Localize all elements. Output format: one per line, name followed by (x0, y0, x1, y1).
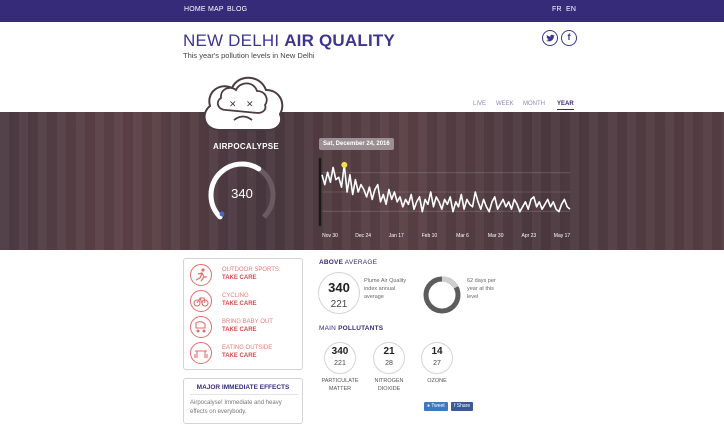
activity-status: TAKE CARE (222, 353, 257, 359)
lang-fr[interactable]: FR (552, 6, 562, 13)
activities-card: OUTDOOR SPORTS: TAKE CARE CYCLING TAKE C… (183, 258, 303, 370)
x-tick-label: Dec 24 (355, 233, 371, 239)
tab-week[interactable]: WEEK (496, 101, 514, 107)
average-label-light: AVERAGE (344, 259, 378, 266)
pollutant-average: 28 (385, 360, 393, 367)
pollutant-name-line1: NITROGEN (374, 378, 404, 384)
pollutant-name-ozone: OZONE (412, 377, 462, 385)
effects-divider (190, 394, 298, 395)
days-at-level-text: 62 days per year at this level (467, 278, 496, 300)
x-tick-label: Mar 30 (488, 233, 504, 239)
share-label: Share (456, 403, 471, 409)
twitter-icon: ● (427, 403, 431, 409)
selected-date-label: Sat, December 24, 2016 (319, 138, 394, 150)
pollutant-name-line1: PARTICULATE (321, 378, 359, 384)
activity-status: TAKE CARE (222, 301, 257, 307)
pollutant-name-line1: OZONE (427, 378, 447, 384)
aqi-line-chart[interactable]: Nov 30 Dec 24 Jan 17 Feb 10 Mar 6 Mar 30 Apr 2… (316, 154, 576, 244)
average-label-bold: ABOVE (319, 259, 344, 266)
title-bold: AIR QUALITY (284, 31, 396, 50)
activity-cycling: CYCLING TAKE CARE (190, 290, 300, 314)
effects-text: Airpocalyse! Immediate and heavy effects… (190, 400, 282, 415)
twitter-icon[interactable] (542, 30, 558, 46)
activity-status: TAKE CARE (222, 275, 257, 281)
running-icon (190, 264, 212, 286)
aqi-vs-average-circle: 340 221 (318, 272, 360, 314)
pollutants-label-light: MAIN (319, 325, 337, 332)
average-section-label: ABOVE AVERAGE (319, 259, 377, 266)
x-tick-label: Feb 10 (422, 233, 438, 239)
nav-map[interactable]: MAP (208, 6, 224, 13)
pollutant-circle-pm: 340 221 (324, 342, 356, 374)
effects-title: MAJOR IMMEDIATE EFFECTS (196, 384, 290, 391)
effects-card: MAJOR IMMEDIATE EFFECTS Airpocalyse! Imm… (183, 378, 303, 424)
tab-month[interactable]: MONTH (523, 101, 545, 107)
nav-home[interactable]: HOME (184, 6, 206, 13)
tab-year[interactable]: YEAR (557, 101, 574, 110)
activity-baby-out: BRING BABY OUT TAKE CARE (190, 316, 300, 340)
tweet-label: Tweet (431, 403, 445, 409)
page-subtitle: This year's pollution levels in New Delh… (183, 51, 315, 60)
nav-blog[interactable]: BLOG (227, 6, 247, 13)
pollutant-name-no2: NITROGEN DIOXIDE (364, 377, 414, 393)
x-tick-label: Nov 30 (322, 233, 338, 239)
pollutant-name-line2: DIOXIDE (377, 386, 401, 392)
baby-stroller-icon (190, 316, 212, 338)
bicycle-icon (190, 290, 212, 312)
activity-status: TAKE CARE (222, 327, 257, 333)
dining-table-icon (190, 342, 212, 364)
pollutant-average: 221 (334, 360, 346, 367)
pollutants-label-bold: POLLUTANTS (338, 325, 384, 332)
pollutant-circle-no2: 21 28 (373, 342, 405, 374)
activity-title: OUTDOOR SPORTS: (222, 267, 281, 273)
annual-average: 221 (330, 299, 348, 310)
selected-point[interactable] (341, 161, 348, 168)
days-donut-chart (423, 276, 461, 314)
sad-cloud-icon: ✕ ✕ (198, 70, 288, 134)
tweet-button[interactable]: ● Tweet (424, 402, 448, 411)
activity-title: EATING OUTSIDE (222, 345, 273, 351)
x-tick-label: Mar 6 (456, 233, 469, 239)
x-tick-label: Jan 17 (389, 233, 404, 239)
lang-en[interactable]: EN (566, 6, 576, 13)
current-aqi: 340 (328, 280, 350, 295)
aqi-value: 340 (231, 186, 253, 201)
title-light: NEW DELHI (183, 31, 280, 50)
top-nav: HOME MAP BLOG FR EN (0, 0, 724, 22)
svg-text:✕: ✕ (229, 99, 237, 109)
pollutant-current: 21 (383, 346, 395, 357)
pollutant-current: 14 (431, 346, 443, 357)
pollutant-name-pm: PARTICULATE MATTER (315, 377, 365, 393)
average-description: Plume Air Quality index annual average (364, 278, 407, 300)
pollutants-section-label: MAIN POLLUTANTS (319, 325, 383, 332)
pollutant-current: 340 (331, 346, 349, 357)
facebook-share-button[interactable]: f Share (451, 402, 474, 411)
pollutant-circle-ozone: 14 27 (421, 342, 453, 374)
page-title: NEW DELHI AIR QUALITY (183, 31, 395, 51)
air-quality-status: AIRPOCALYPSE (213, 142, 279, 151)
x-tick-label: Apr 23 (521, 233, 536, 239)
facebook-icon: f (454, 403, 456, 409)
activity-title: BRING BABY OUT (222, 319, 273, 325)
tab-live[interactable]: LIVE (473, 101, 486, 107)
facebook-icon[interactable]: f (561, 30, 577, 46)
activity-outdoor-sports: OUTDOOR SPORTS: TAKE CARE (190, 264, 300, 288)
aqi-series-line (321, 164, 571, 213)
activity-eating-outside: EATING OUTSIDE TAKE CARE (190, 342, 300, 366)
svg-text:✕: ✕ (246, 99, 254, 109)
activity-title: CYCLING (222, 293, 249, 299)
pollutant-average: 27 (433, 360, 441, 367)
x-tick-label: May 17 (554, 233, 571, 239)
pollutant-name-line2: MATTER (328, 386, 352, 392)
